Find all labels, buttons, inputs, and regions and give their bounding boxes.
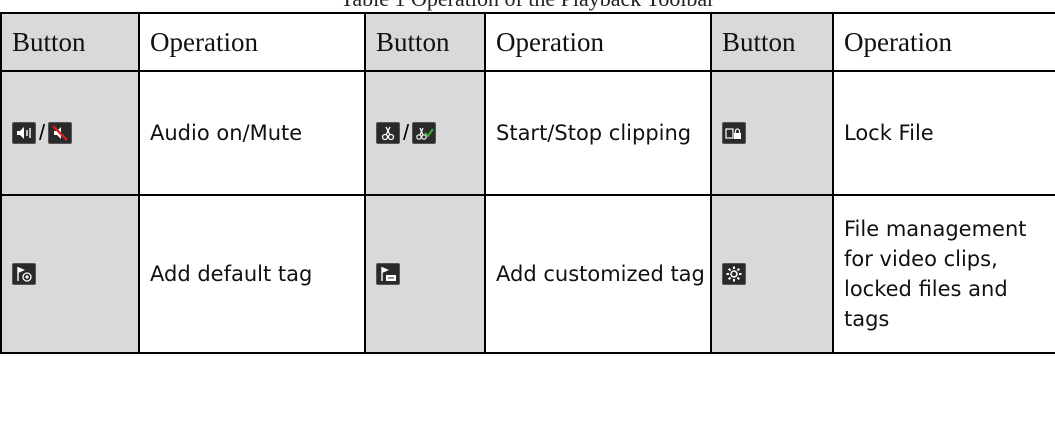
- button-cell-audio-mute: /: [0, 70, 140, 196]
- start-clip-icon: [376, 122, 400, 144]
- header-operation-2: Operation: [484, 12, 712, 72]
- stop-clip-icon: [412, 122, 437, 144]
- button-cell-customized-tag: [364, 194, 486, 354]
- audio-on-icon: [12, 122, 36, 144]
- button-cell-lock-file: [710, 70, 834, 196]
- header-button-1: Button: [0, 12, 140, 72]
- header-operation-3: Operation: [832, 12, 1055, 72]
- add-customized-tag-icon: [376, 263, 400, 285]
- table-row: / Audio on/Mute / Start/Stop clipping Lo…: [0, 70, 1055, 196]
- table-row: Add default tag Add customized tag File …: [0, 194, 1055, 354]
- mute-icon: [48, 122, 73, 144]
- operation-customized-tag: Add customized tag: [484, 194, 712, 354]
- file-management-icon: [722, 263, 746, 285]
- header-button-3: Button: [710, 12, 834, 72]
- header-button-2: Button: [364, 12, 486, 72]
- operation-file-management: File management for video clips, locked …: [832, 194, 1055, 354]
- operation-default-tag: Add default tag: [138, 194, 366, 354]
- table-header-row: Button Operation Button Operation Button…: [0, 12, 1055, 72]
- cut-off-caption: Table 1 Operation of the Playback Toolba…: [0, 0, 1055, 12]
- operation-audio-mute: Audio on/Mute: [138, 70, 366, 196]
- button-cell-file-management: [710, 194, 834, 354]
- button-cell-clipping: /: [364, 70, 486, 196]
- add-default-tag-icon: [12, 263, 36, 285]
- operation-lock-file: Lock File: [832, 70, 1055, 196]
- icon-separator: /: [403, 120, 410, 145]
- button-cell-default-tag: [0, 194, 140, 354]
- lock-file-icon: [722, 122, 746, 144]
- playback-toolbar-operation-table: Button Operation Button Operation Button…: [0, 12, 1055, 354]
- operation-clipping: Start/Stop clipping: [484, 70, 712, 196]
- icon-separator: /: [39, 120, 46, 145]
- header-operation-1: Operation: [138, 12, 366, 72]
- caption-text: Table 1 Operation of the Playback Toolba…: [0, 0, 1055, 12]
